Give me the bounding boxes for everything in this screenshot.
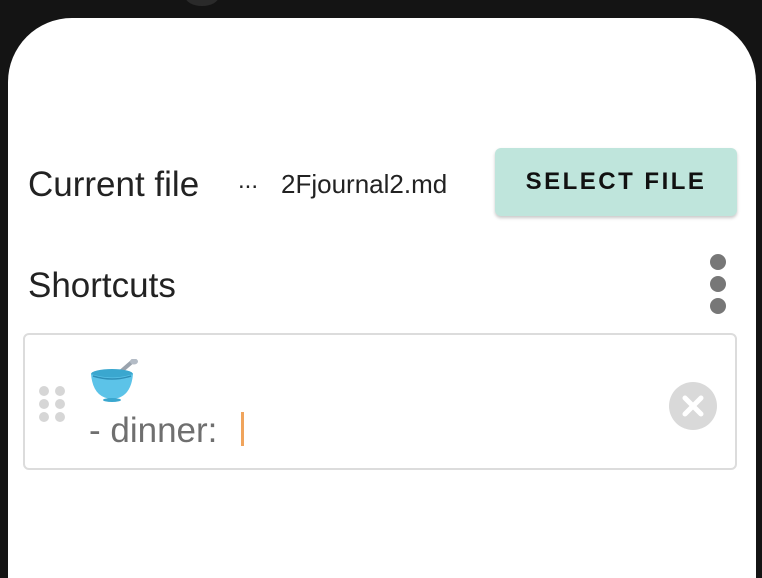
drag-handle-icon[interactable] xyxy=(39,386,67,422)
settings-sheet: Current file ... 2Fjournal2.md SELECT FI… xyxy=(8,18,756,578)
shortcuts-title: Shortcuts xyxy=(28,266,176,305)
shortcut-card: - dinner: xyxy=(23,333,737,470)
current-file-label: Current file xyxy=(28,165,200,204)
current-file-row: Current file ... 2Fjournal2.md SELECT FI… xyxy=(28,148,738,218)
shortcut-text-input[interactable]: - dinner: xyxy=(89,411,649,457)
file-path-ellipsis: ... xyxy=(238,167,259,194)
more-vert-icon[interactable] xyxy=(698,252,738,318)
close-circle-icon[interactable] xyxy=(669,382,717,430)
current-file-name: 2Fjournal2.md xyxy=(281,169,448,199)
select-file-button[interactable]: SELECT FILE xyxy=(495,148,737,216)
text-caret xyxy=(241,412,245,446)
shortcut-text: - dinner: xyxy=(89,411,228,450)
bowl-with-spoon-icon xyxy=(91,359,138,402)
camera-cutout xyxy=(185,0,219,6)
